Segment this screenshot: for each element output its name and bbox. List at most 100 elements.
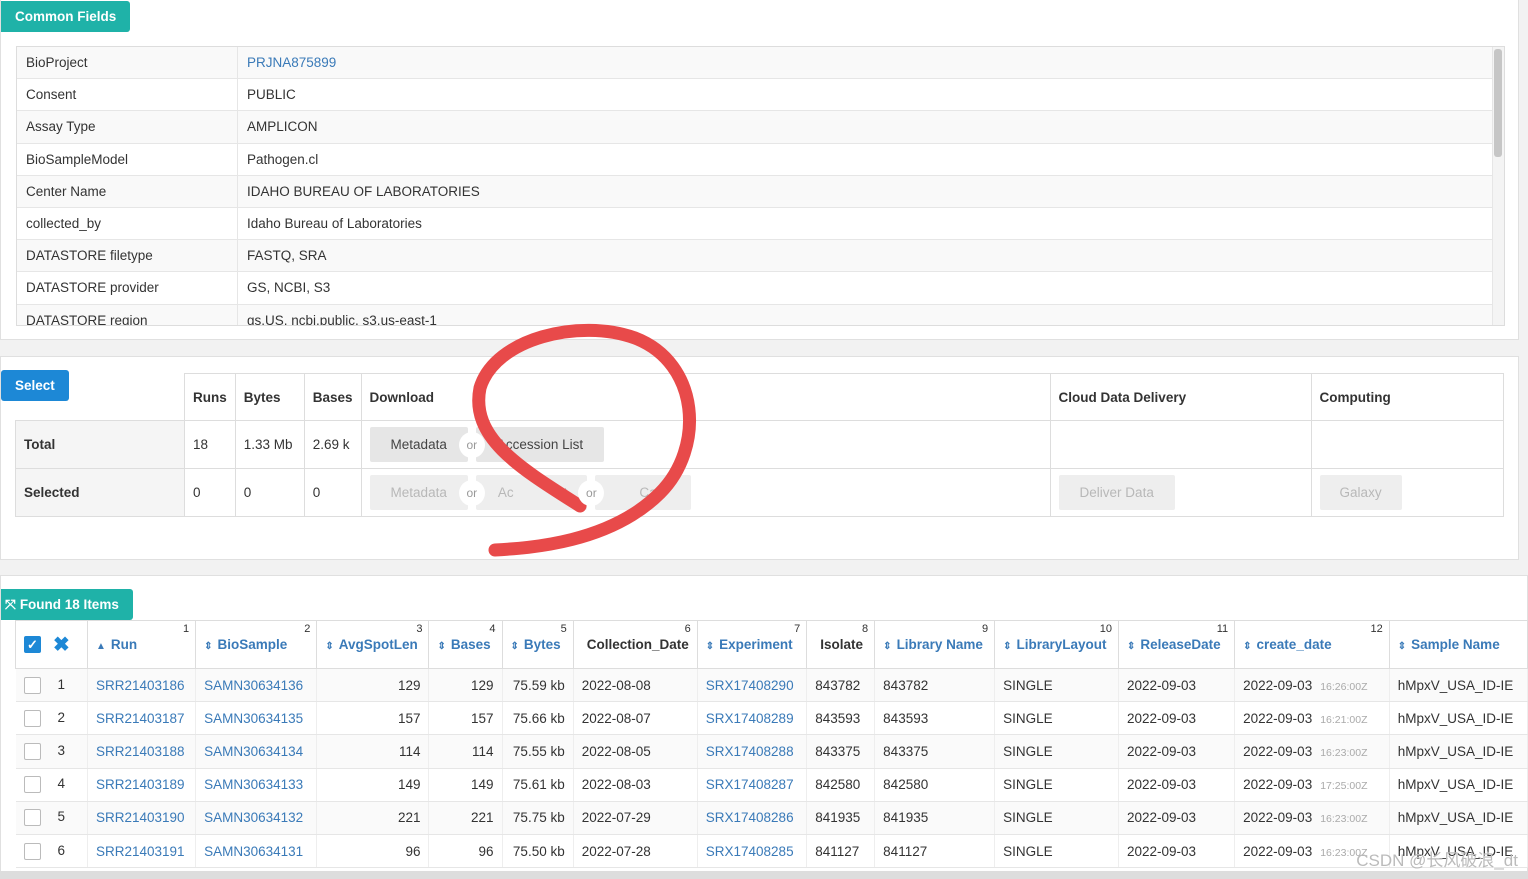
- biosample-link[interactable]: SAMN30634134: [204, 744, 303, 759]
- header-download: Download: [360, 373, 1051, 421]
- column-label: Run: [110, 637, 138, 652]
- bytes-cell: 75.50 kb: [512, 843, 565, 859]
- avgspotlen-cell: 96: [405, 843, 421, 859]
- select-all-checkbox[interactable]: ✓: [24, 636, 41, 653]
- galaxy-button[interactable]: Galaxy: [1319, 475, 1402, 510]
- common-field-key: Center Name: [17, 175, 238, 207]
- biosample-link[interactable]: SAMN30634136: [204, 678, 303, 693]
- column-header-sample-name[interactable]: ⇕ Sample Name: [1388, 620, 1528, 669]
- bytes-cell: 75.55 kb: [512, 743, 565, 759]
- bioproject-link[interactable]: PRJNA875899: [238, 55, 336, 70]
- column-header-avgspotlen[interactable]: ⇕ AvgSpotLen 3: [316, 620, 430, 669]
- release-date-cell: 2022-09-03: [1126, 810, 1197, 826]
- selected-metadata-button[interactable]: Metadata: [369, 475, 468, 510]
- found-items-label: Found 18 Items: [19, 597, 119, 612]
- run-link[interactable]: SRR21403191: [96, 844, 185, 859]
- runs-table: ✓ ✖ ▲ Run 1 ⇕ BioSample 2 ⇕ AvgSpotLen 3 ⇕ Bases 4 ⇕ B…: [15, 620, 1528, 879]
- table-row[interactable]: 2 SRR21403187 SAMN30634135 157 157 75.66 kb 20…: [15, 701, 1528, 736]
- table-row[interactable]: 4 SRR21403189 SAMN30634133 149 149 75.61 kb 20…: [15, 768, 1528, 802]
- column-number: 5: [560, 623, 567, 635]
- run-link[interactable]: SRR21403188: [96, 744, 185, 759]
- total-metadata-button[interactable]: Metadata: [369, 427, 468, 462]
- sort-icon: ⇕: [1243, 641, 1252, 652]
- common-field-value: gs.US, ncbi.public, s3.us-east-1: [247, 312, 437, 326]
- or-separator: or: [578, 479, 605, 506]
- row-checkbox[interactable]: [23, 676, 41, 694]
- scroll-thumb[interactable]: [1494, 49, 1502, 157]
- column-number: 11: [1216, 623, 1229, 635]
- total-bases: 2.69 k: [303, 420, 362, 469]
- create-date-cell: 2022-09-03: [1243, 743, 1313, 759]
- experiment-link[interactable]: SRX17408290: [706, 678, 794, 693]
- library-name-cell: 843375: [883, 743, 929, 759]
- column-header-librarylayout[interactable]: ⇕ LibraryLayout 10: [994, 620, 1119, 669]
- row-checkbox[interactable]: [23, 842, 41, 860]
- biosample-link[interactable]: SAMN30634133: [204, 777, 303, 792]
- deliver-data-button[interactable]: Deliver Data: [1058, 475, 1175, 510]
- column-number: 3: [416, 623, 423, 635]
- avgspotlen-cell: 114: [398, 743, 421, 759]
- total-accession-list-button[interactable]: Accession List: [475, 427, 605, 462]
- experiment-link[interactable]: SRX17408289: [706, 711, 794, 726]
- column-header-library-name[interactable]: ⇕ Library Name 9: [874, 620, 996, 669]
- run-link[interactable]: SRR21403186: [96, 678, 185, 693]
- create-date-cell: 2022-09-03: [1243, 810, 1313, 826]
- selected-cart-button[interactable]: Cart: [595, 475, 691, 510]
- biosample-link[interactable]: SAMN30634132: [204, 810, 303, 825]
- row-checkbox[interactable]: [23, 776, 41, 794]
- run-link[interactable]: SRR21403189: [96, 777, 185, 792]
- column-header-bases[interactable]: ⇕ Bases 4: [428, 620, 503, 669]
- column-number: 2: [304, 623, 311, 635]
- column-header-experiment[interactable]: ⇕ Experiment 7: [696, 620, 808, 669]
- run-link[interactable]: SRR21403190: [96, 810, 185, 825]
- release-date-cell: 2022-09-03: [1126, 710, 1197, 726]
- common-fields-scrollbar[interactable]: [1492, 47, 1504, 325]
- create-time: 16:23:00Z: [1320, 813, 1368, 826]
- row-checkbox[interactable]: [23, 709, 41, 727]
- column-header-bytes[interactable]: ⇕ Bytes 5: [501, 620, 574, 669]
- library-layout-cell: SINGLE: [1003, 710, 1053, 726]
- column-header-releasedate[interactable]: ⇕ ReleaseDate 11: [1117, 620, 1236, 669]
- or-separator: or: [458, 479, 485, 506]
- library-layout-cell: SINGLE: [1003, 777, 1053, 793]
- column-label: Isolate: [820, 637, 863, 652]
- table-row[interactable]: 3 SRR21403188 SAMN30634134 114 114 75.55 kb 20…: [15, 734, 1528, 769]
- sort-icon: ⇕: [883, 641, 892, 652]
- collection-date-cell: 2022-07-29: [581, 810, 651, 826]
- biosample-link[interactable]: SAMN30634135: [204, 711, 303, 726]
- release-date-cell: 2022-09-03: [1126, 777, 1197, 793]
- column-header-collection-date[interactable]: Collection_Date 6: [572, 620, 698, 669]
- experiment-link[interactable]: SRX17408287: [706, 777, 794, 792]
- common-field-value: Pathogen.cl: [247, 151, 319, 167]
- experiment-link[interactable]: SRX17408285: [706, 844, 794, 859]
- column-label: Library Name: [896, 637, 983, 652]
- experiment-link[interactable]: SRX17408288: [706, 744, 794, 759]
- found-items-tag[interactable]: ⤧ Found 18 Items: [1, 589, 133, 620]
- row-checkbox[interactable]: [23, 742, 41, 760]
- clear-selection-icon[interactable]: ✖: [53, 634, 70, 656]
- row-checkbox[interactable]: [23, 809, 41, 827]
- column-label: Bases: [450, 637, 491, 652]
- bytes-cell: 75.66 kb: [512, 710, 565, 726]
- sort-icon: ⇕: [705, 641, 715, 652]
- isolate-cell: 843375: [815, 743, 861, 759]
- table-row[interactable]: 5 SRR21403190 SAMN30634132 221 221 75.75 kb 20…: [15, 801, 1528, 835]
- column-header-create-date[interactable]: ⇕ create_date 12: [1234, 620, 1390, 669]
- column-header-isolate[interactable]: Isolate 8: [806, 620, 876, 669]
- common-field-value: IDAHO BUREAU OF LABORATORIES: [247, 183, 480, 199]
- sort-icon: ⇕: [325, 641, 334, 652]
- table-row[interactable]: 1 SRR21403186 SAMN30634136 129 129 75.59 kb 20…: [15, 668, 1528, 703]
- selected-accession-list-button[interactable]: Ac t: [475, 475, 588, 510]
- run-link[interactable]: SRR21403187: [96, 711, 185, 726]
- experiment-link[interactable]: SRX17408286: [706, 810, 794, 825]
- biosample-link[interactable]: SAMN30634131: [204, 844, 303, 859]
- column-header-run[interactable]: ▲ Run 1: [86, 620, 197, 669]
- avgspotlen-cell: 129: [397, 677, 421, 693]
- column-number: 9: [981, 623, 989, 635]
- table-row[interactable]: 6 SRR21403191 SAMN30634131 96 96 75.50 kb 2022…: [15, 834, 1528, 869]
- column-label: ReleaseDate: [1140, 637, 1221, 652]
- column-header-biosample[interactable]: ⇕ BioSample 2: [195, 620, 318, 669]
- horizontal-scrollbar[interactable]: [0, 871, 1528, 879]
- bases-cell: 157: [470, 710, 494, 726]
- library-layout-cell: SINGLE: [1003, 843, 1053, 859]
